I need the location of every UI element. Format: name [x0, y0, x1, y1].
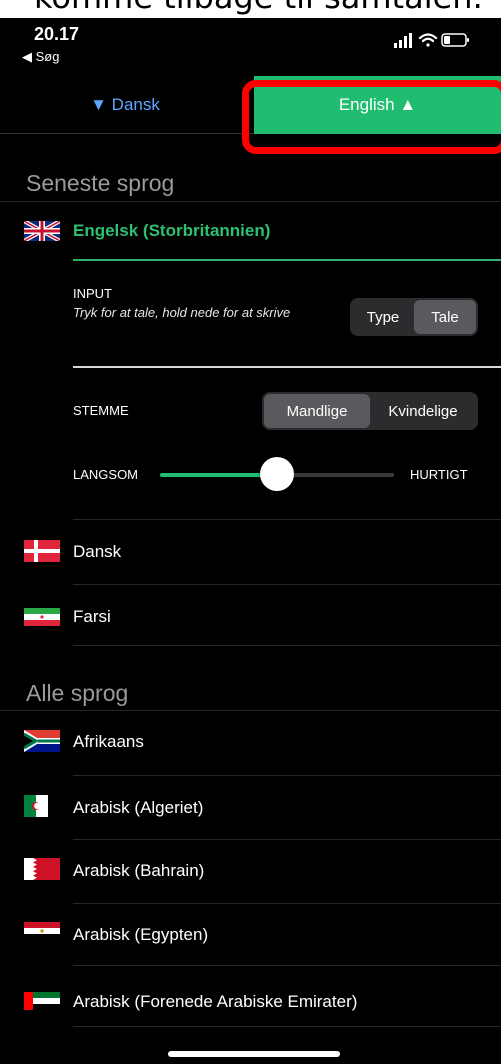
language-label: Farsi [73, 607, 111, 626]
divider [73, 839, 501, 840]
selected-language-label: Engelsk (Storbritannien) [73, 221, 271, 240]
voice-segmented-control[interactable]: Mandlige Kvindelige [262, 392, 478, 430]
language-row[interactable]: Afrikaans [0, 722, 501, 762]
battery-icon [441, 33, 469, 47]
egypt-flag-icon [24, 922, 60, 940]
divider [73, 775, 501, 776]
language-label: Arabisk (Algeriet) [73, 798, 204, 817]
speed-slider-knob[interactable] [260, 457, 294, 491]
divider [73, 645, 501, 646]
divider [73, 965, 501, 966]
home-indicator [168, 1051, 340, 1057]
wifi-icon [418, 33, 438, 47]
divider [0, 201, 501, 202]
selected-language-row[interactable]: Engelsk (Storbritannien) [0, 211, 501, 251]
input-setting-title: INPUT [73, 286, 112, 301]
status-bar: 20.17 ◀ Søg [0, 18, 501, 76]
input-mode-type-button[interactable]: Type [352, 300, 414, 334]
algeria-flag-icon [24, 795, 48, 817]
speed-slider[interactable] [160, 457, 394, 491]
recent-language-row[interactable]: Farsi [0, 595, 501, 635]
input-mode-segmented-control[interactable]: Type Tale [350, 298, 478, 336]
divider [0, 710, 501, 711]
input-divider [73, 366, 501, 368]
source-language-button[interactable]: ▼ Dansk [0, 76, 250, 134]
divider [73, 584, 501, 585]
recent-language-row[interactable]: Dansk [0, 530, 501, 570]
voice-female-button[interactable]: Kvindelige [370, 394, 476, 428]
language-label: Arabisk (Bahrain) [73, 861, 205, 880]
selected-divider [73, 259, 501, 261]
back-to-search-link[interactable]: ◀ Søg [22, 49, 59, 65]
bahrain-flag-icon [24, 858, 60, 880]
recent-languages-title: Seneste sprog [26, 170, 175, 196]
status-time: 20.17 [34, 24, 80, 44]
caption-strip: komme tilbage til samtalen. [0, 0, 501, 18]
language-row[interactable]: Arabisk (Forenede Arabiske Emirater) [0, 980, 501, 1020]
uae-flag-icon [24, 992, 60, 1010]
language-label: Arabisk (Egypten) [73, 925, 209, 944]
all-languages-title: Alle sprog [26, 680, 129, 706]
signal-icon [394, 33, 412, 48]
divider [73, 519, 501, 520]
speed-slow-label: LANGSOM [73, 467, 139, 482]
south-africa-flag-icon [24, 730, 60, 752]
language-label: Dansk [73, 542, 122, 561]
status-icons [394, 33, 469, 48]
language-row[interactable]: Arabisk (Egypten) [0, 915, 501, 955]
language-row[interactable]: Arabisk (Algeriet) [0, 785, 501, 825]
input-setting-hint: Tryk for at tale, hold nede for at skriv… [73, 305, 291, 320]
voice-male-button[interactable]: Mandlige [264, 394, 370, 428]
language-row[interactable]: Arabisk (Bahrain) [0, 850, 501, 890]
divider [73, 903, 501, 904]
language-bar: ▼ Dansk English ▲ [0, 76, 501, 134]
language-label: Afrikaans [73, 732, 144, 751]
denmark-flag-icon [24, 540, 60, 562]
target-language-button[interactable]: English ▲ [254, 76, 501, 134]
uk-flag-icon [24, 221, 60, 241]
iran-flag-icon [24, 608, 60, 626]
caption-text: komme tilbage til samtalen. [34, 0, 483, 16]
speed-fast-label: HURTIGT [410, 467, 468, 482]
language-label: Arabisk (Forenede Arabiske Emirater) [73, 992, 358, 1011]
voice-setting-title: STEMME [73, 403, 129, 418]
divider [73, 1026, 501, 1027]
input-mode-speech-button[interactable]: Tale [414, 300, 476, 334]
